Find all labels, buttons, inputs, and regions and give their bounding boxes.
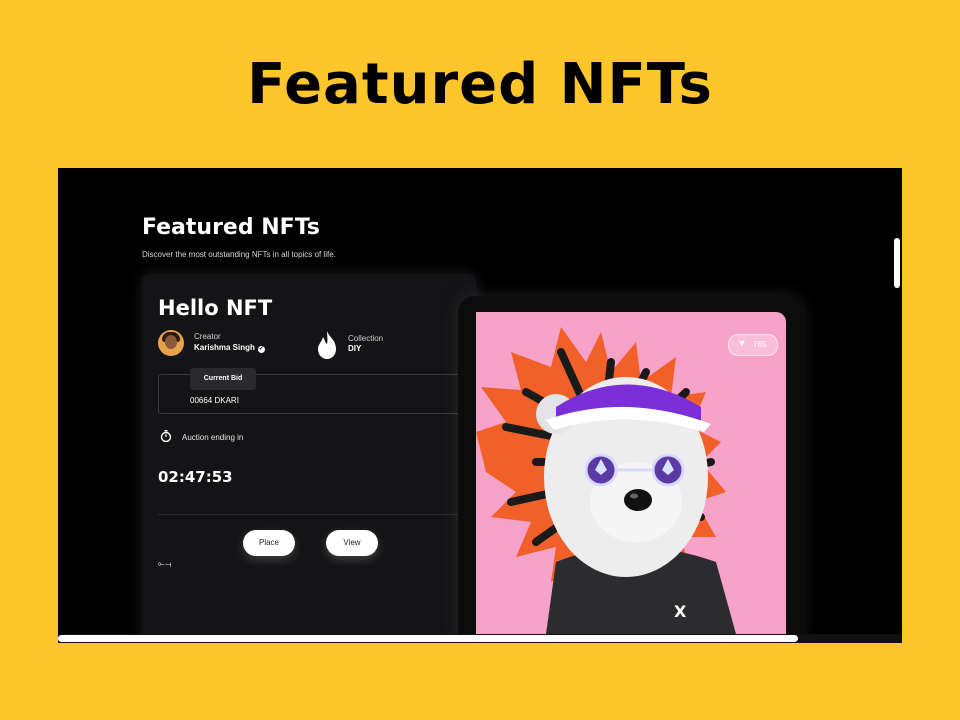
- current-bid-value: 00664 DKARI: [190, 396, 239, 405]
- likes-count: 765: [753, 340, 767, 349]
- view-button[interactable]: View: [326, 530, 378, 556]
- slide-title: Featured NFTs: [247, 52, 713, 117]
- card-divider: [158, 514, 460, 515]
- likes-button[interactable]: ♥ 765: [728, 334, 778, 356]
- bear-nose: [624, 489, 652, 511]
- heart-icon: ♥: [739, 338, 745, 349]
- verified-icon: ✓: [257, 346, 265, 353]
- auction-countdown: 02:47:53: [158, 468, 233, 486]
- bear-illustration: X: [476, 327, 736, 634]
- collection-value[interactable]: DIY: [348, 344, 361, 353]
- place-bid-button[interactable]: Place: [243, 530, 295, 556]
- section-heading: Featured NFTs: [142, 215, 320, 240]
- nft-artwork[interactable]: X: [476, 312, 786, 634]
- nft-screen: Featured NFTs Discover the most outstand…: [58, 168, 902, 643]
- timer-icon: [160, 430, 172, 442]
- collection-label: Collection: [348, 334, 384, 343]
- nft-title: Hello NFT: [158, 296, 273, 320]
- shirt-logo: X: [674, 602, 687, 621]
- creator-name[interactable]: Karishma Singh ✓: [194, 343, 265, 353]
- vertical-scrollbar[interactable]: [894, 238, 900, 288]
- horizontal-scrollbar[interactable]: [58, 635, 798, 642]
- creator-name-text: Karishma Singh: [194, 343, 255, 352]
- creator-avatar[interactable]: [158, 330, 184, 356]
- section-subheading: Discover the most outstanding NFTs in al…: [142, 250, 336, 259]
- current-bid-tooltip: Current Bid: [190, 368, 256, 390]
- share-icon[interactable]: ⟜⟞: [158, 559, 171, 569]
- nft-details-card: Hello NFT Creator Karishma Singh ✓ Collec…: [142, 274, 476, 643]
- flame-icon: [318, 331, 336, 359]
- creator-label: Creator: [194, 332, 221, 341]
- auction-label: Auction ending in: [182, 433, 244, 442]
